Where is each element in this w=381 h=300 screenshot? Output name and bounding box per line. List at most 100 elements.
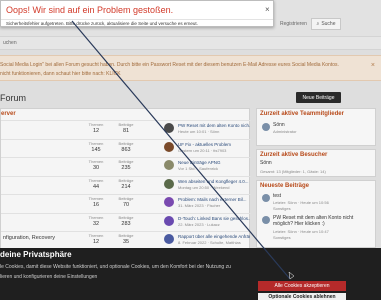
error-dialog-message: Sicherheitsfehler aufgetreten. Bitte drü… — [6, 21, 198, 26]
search-icon: ⌕ — [316, 21, 320, 27]
stat-label: Beiträge — [118, 159, 134, 164]
stat-value: 145 — [91, 146, 101, 153]
stat-label: Themen — [88, 177, 104, 183]
latest-post-title[interactable]: PW Reset mit dem alten Konto nicht mögli… — [273, 215, 373, 227]
stat-label: Themen — [88, 140, 104, 146]
active-team-title: Zurzeit aktive Teammitglieder — [260, 111, 344, 117]
latest-post-forum[interactable]: Sonstiges — [273, 206, 291, 211]
last-post-meta: 8. Februar 2022 · Schulte, Matthias — [178, 240, 241, 245]
error-dialog: Oops! Wir sind auf ein Problem gestoßen.… — [0, 0, 274, 27]
divider — [1, 19, 273, 20]
visitor-name[interactable]: Sönn — [260, 160, 272, 166]
team-member-role: Administrator — [273, 129, 297, 134]
stat-label: Beiträge — [118, 177, 134, 183]
active-visitors-title: Zurzeit aktive Besucher — [260, 152, 328, 158]
stat-value: 16 — [92, 202, 100, 208]
last-post-meta: Vor 1 Std. · Saufenrick — [178, 166, 219, 171]
cookie-consent-title: deine Privatsphäre — [0, 250, 72, 259]
avatar[interactable] — [164, 160, 174, 170]
reject-optional-cookies-button[interactable]: Optionale Cookies ablehnen — [258, 293, 346, 300]
last-post-title[interactable]: UF Fix - aktuelles Problem — [178, 142, 250, 147]
stat-value: 30 — [92, 165, 100, 171]
stat-value: 44 — [92, 183, 100, 190]
stat-label: Themen — [88, 159, 104, 164]
forum-category-block: erver Themen 12 Beiträge 81 PW Reset mit dem… — [0, 108, 251, 250]
page-title: Forum — [0, 93, 27, 103]
avatar[interactable] — [262, 123, 270, 131]
stat-label: Beiträge — [118, 140, 134, 146]
thread-count: Themen 32 — [84, 215, 108, 227]
stat-value: 35 — [122, 239, 130, 245]
stat-label: Themen — [88, 214, 104, 220]
last-post-meta: Montag um 20:50 · Weekend — [178, 184, 230, 190]
error-dialog-title: Oops! Wir sind auf ein Problem gestoßen. — [6, 5, 174, 15]
accept-all-cookies-button[interactable]: Alle Cookies akzeptieren — [258, 281, 346, 291]
avatar[interactable] — [164, 141, 174, 152]
team-member-name[interactable]: Sönn — [273, 122, 285, 128]
table-row[interactable]: nfiguration, Recovery Themen 12 Beiträge 35 R… — [1, 231, 251, 247]
notice-line-2: nicht funktionieren, dann schaut hier bi… — [0, 71, 121, 77]
latest-post-forum[interactable]: Sonstiges — [273, 235, 291, 240]
last-post-title[interactable]: Rapport über alle eingehende Anfrän... — [178, 234, 250, 239]
stat-label: Beiträge — [118, 233, 134, 238]
avatar[interactable] — [164, 197, 174, 207]
cookie-consent-text: le Cookies, damit diese Website funktion… — [0, 264, 231, 270]
new-posts-button[interactable]: Neue Beiträge — [296, 92, 341, 103]
register-link[interactable]: Registrieren — [280, 18, 307, 30]
last-post-title[interactable]: Wen abseiten und Kongfleger 4.0... — [178, 179, 250, 184]
stat-value: 12 — [92, 239, 100, 245]
avatar[interactable] — [262, 216, 270, 224]
search-button-label: Suche — [321, 21, 336, 27]
last-post-meta: 31. März 2023 · Fischer — [178, 203, 221, 208]
stat-label: Beiträge — [118, 214, 134, 220]
stat-value: 32 — [92, 220, 100, 227]
avatar[interactable] — [164, 234, 174, 244]
stat-value: 863 — [121, 146, 131, 153]
last-post-title[interactable]: PW Reset mit dem alten Konto nich... — [178, 123, 250, 128]
forum-page: a Registrieren ⌕ Suche uchen Social Medi… — [0, 0, 381, 300]
category-title[interactable]: erver — [1, 111, 16, 117]
stat-label: Themen — [88, 122, 104, 127]
table-row[interactable]: Themen 145 Beiträge 863 UF Fix - aktuelles P… — [1, 138, 251, 155]
visitor-summary: Gesamt: 13 (Mitglieder: 1, Gäste: 14) — [260, 169, 326, 174]
avatar[interactable] — [164, 215, 174, 226]
table-row[interactable]: Themen 12 Beiträge 81 PW Reset mit dem alten… — [1, 120, 251, 136]
last-post-title[interactable]: D-Touch: Linked Bans sie geschlos... — [178, 216, 250, 221]
stat-label: Themen — [88, 233, 104, 238]
table-row[interactable]: Themen 16 Beiträge 70 Problem: Mails nach ex… — [1, 194, 251, 210]
stat-value: 214 — [121, 183, 131, 190]
active-team-block: Zurzeit aktive Teammitglieder Sönn Admin… — [256, 108, 376, 146]
thread-count: Themen 145 — [84, 141, 108, 153]
last-post-meta: Gestern um 20:11 · tts7903 — [178, 147, 227, 153]
notice-banner: Social Media Login" bei allen Forum gesu… — [0, 55, 381, 81]
avatar[interactable] — [164, 178, 174, 189]
latest-post-title[interactable]: test — [273, 193, 281, 199]
table-row[interactable]: Themen 32 Beiträge 283 D-Touch: Linked Bans … — [1, 212, 251, 229]
stat-value: 235 — [121, 165, 131, 171]
notice-line-1: Social Media Login" bei allen Forum gesu… — [0, 62, 339, 68]
search-button[interactable]: ⌕ Suche — [311, 18, 341, 30]
sub-nav-item[interactable]: uchen — [3, 40, 17, 46]
last-post-meta: Heute um 10:01 · Sönn — [178, 129, 220, 134]
latest-posts-title: Neueste Beiträge — [260, 183, 310, 189]
table-row[interactable]: Themen 44 Beiträge 214 Wen abseiten und Kong… — [1, 175, 251, 192]
close-icon[interactable]: × — [371, 62, 375, 69]
last-post-title[interactable]: Problem: Mails nach externer Bil... — [178, 197, 250, 202]
table-row[interactable]: Themen 30 Beiträge 235 Neue Einträge APNG Vor… — [1, 157, 251, 173]
avatar[interactable] — [164, 123, 174, 133]
sub-navigation: uchen — [0, 36, 381, 50]
forum-name[interactable]: nfiguration, Recovery — [3, 235, 55, 241]
cookie-consent-text: lieren und konfigurieren deine Einstellu… — [0, 274, 98, 280]
thread-count: Themen 44 — [84, 178, 108, 190]
stat-label: Beiträge — [118, 122, 134, 127]
post-count: Beiträge 863 — [114, 141, 138, 153]
last-post-meta: 22. März 2023 · Lukacz — [178, 221, 220, 227]
avatar[interactable] — [262, 194, 270, 202]
stat-value: 70 — [122, 202, 130, 208]
post-count: Beiträge 235 — [114, 159, 138, 171]
thread-count: Themen 12 — [84, 122, 108, 134]
last-post-title[interactable]: Neue Einträge APNG — [178, 160, 250, 165]
latest-posts-block: Neueste Beiträge test Letzter: Sönn · He… — [256, 180, 376, 248]
close-icon[interactable]: × — [265, 5, 270, 14]
stat-value: 12 — [92, 128, 100, 134]
